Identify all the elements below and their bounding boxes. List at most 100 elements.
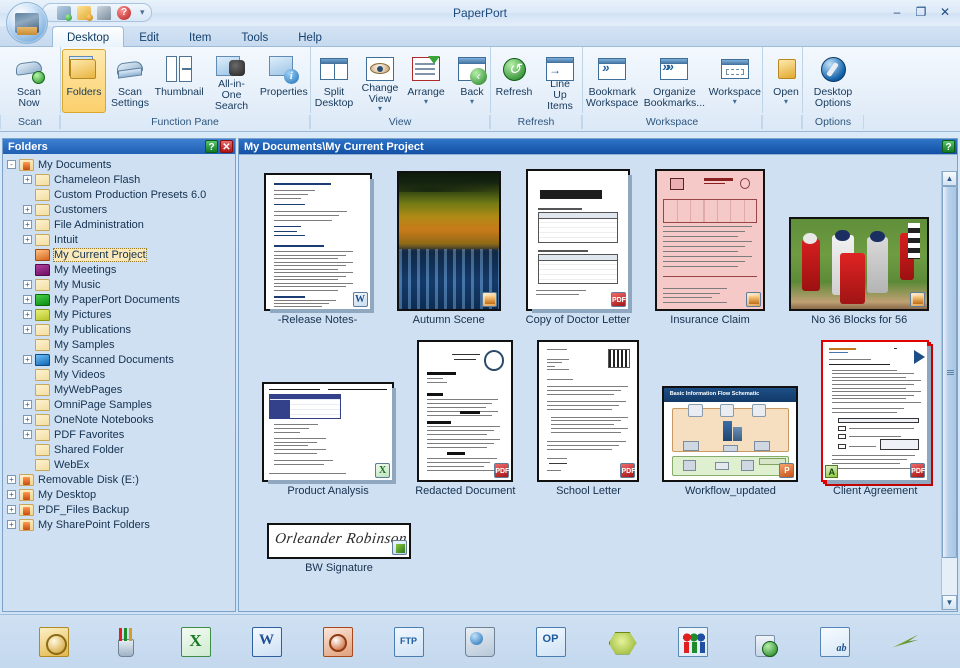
tree-item[interactable]: +My SharePoint Folders [3, 517, 235, 532]
tree-item[interactable]: +OneNote Notebooks [3, 412, 235, 427]
chevron-down-icon[interactable]: ▾ [733, 98, 737, 105]
expand-icon[interactable]: + [23, 430, 32, 439]
excel-icon[interactable] [181, 627, 211, 657]
expand-icon[interactable]: + [23, 415, 32, 424]
thumbnail-preview[interactable]: PDF [417, 340, 513, 482]
tree-item[interactable]: My Meetings [3, 262, 235, 277]
tree-item[interactable]: +My Desktop [3, 487, 235, 502]
expand-icon[interactable]: + [23, 400, 32, 409]
expand-icon[interactable]: + [23, 280, 32, 289]
send-to-item[interactable] [160, 620, 231, 664]
send-to-item[interactable] [799, 620, 870, 664]
split-desktop-button[interactable]: Split Desktop [312, 49, 356, 113]
minimize-button[interactable]: – [886, 3, 908, 21]
line-up-items-button[interactable]: →Line Up Items [538, 49, 582, 113]
arrange-button[interactable]: Arrange▾ [404, 49, 448, 113]
send-to-item[interactable] [586, 620, 657, 664]
tree-item[interactable]: +Removable Disk (E:) [3, 472, 235, 487]
scroll-down-button[interactable]: ▼ [942, 595, 957, 610]
tree-item[interactable]: +Chameleon Flash [3, 172, 235, 187]
close-icon[interactable]: ✕ [220, 140, 233, 153]
chevron-down-icon[interactable]: ▾ [470, 98, 474, 105]
back-button[interactable]: ‹Back▾ [450, 49, 494, 113]
ftp-icon[interactable] [394, 627, 424, 657]
expand-icon[interactable]: + [7, 520, 16, 529]
chevron-down-icon[interactable]: ▾ [424, 98, 428, 105]
tree-item[interactable]: +My Scanned Documents [3, 352, 235, 367]
expand-icon[interactable]: + [23, 205, 32, 214]
outlook-icon[interactable] [39, 627, 69, 657]
expand-icon[interactable]: + [23, 310, 32, 319]
tree-item[interactable]: MyWebPages [3, 382, 235, 397]
scan-now-button[interactable]: Scan Now [1, 49, 57, 113]
send-to-item[interactable] [728, 620, 799, 664]
tree-item[interactable]: +PDF Favorites [3, 427, 235, 442]
print-icon[interactable] [465, 627, 495, 657]
send-to-item[interactable] [657, 620, 728, 664]
thumbnail-preview[interactable]: Basic Information Flow Schematic P [662, 386, 798, 482]
workspace-button[interactable]: Workspace▾ [708, 49, 761, 113]
thumbnail-button[interactable]: Thumbnail [154, 49, 204, 113]
expand-icon[interactable]: + [7, 505, 16, 514]
close-button[interactable]: ✕ [934, 3, 956, 21]
tree-item[interactable]: My Samples [3, 337, 235, 352]
folders-button[interactable]: Folders [62, 49, 106, 113]
chevron-down-icon[interactable]: ▾ [378, 105, 382, 112]
chevron-down-icon[interactable]: ▾ [784, 98, 788, 105]
thumbnail-preview[interactable] [397, 171, 501, 311]
thumbnail-preview[interactable]: PDF [526, 169, 630, 311]
tab-edit[interactable]: Edit [124, 26, 174, 47]
send-to-item[interactable] [373, 620, 444, 664]
properties-button[interactable]: iProperties [259, 49, 309, 113]
hexagon-icon[interactable] [607, 627, 637, 657]
folder-icon[interactable] [77, 6, 91, 20]
thumbnail-item[interactable]: W-Release Notes- [251, 173, 384, 326]
tree-item[interactable]: +PDF_Files Backup [3, 502, 235, 517]
thumbnail-preview[interactable] [789, 217, 929, 311]
thumbnail-preview[interactable]: Orleander Robinson [267, 523, 411, 559]
paper-plane-icon[interactable] [891, 627, 921, 657]
word-icon[interactable] [252, 627, 282, 657]
tree-item[interactable]: My Videos [3, 367, 235, 382]
vertical-scrollbar[interactable]: ▲ ▼ [941, 171, 956, 610]
expand-icon[interactable]: + [7, 475, 16, 484]
refresh-button[interactable]: ↺Refresh [492, 49, 536, 113]
send-to-item[interactable] [302, 620, 373, 664]
expand-icon[interactable]: + [23, 295, 32, 304]
recycle-bin-icon[interactable] [749, 627, 779, 657]
thumbnail-item[interactable]: APDFClient Agreement [809, 340, 941, 497]
tree-item[interactable]: +Customers [3, 202, 235, 217]
scrollbar-thumb[interactable] [942, 186, 957, 558]
tab-item[interactable]: Item [174, 26, 226, 47]
thumbnail-item[interactable]: Autumn Scene [384, 171, 513, 326]
tab-tools[interactable]: Tools [226, 26, 283, 47]
tree-item[interactable]: WebEx [3, 457, 235, 472]
thumbnail-item[interactable]: XProduct Analysis [251, 382, 405, 497]
people-icon[interactable] [678, 627, 708, 657]
help-icon[interactable]: ? [117, 6, 131, 20]
tree-item[interactable]: Custom Production Presets 6.0 [3, 187, 235, 202]
bookmark-workspace-button[interactable]: »Bookmark Workspace [584, 49, 640, 113]
expand-icon[interactable]: + [23, 235, 32, 244]
send-to-item[interactable] [231, 620, 302, 664]
thumbnail-preview[interactable]: X [262, 382, 394, 482]
expand-icon[interactable]: + [23, 175, 32, 184]
change-view-button[interactable]: Change View▾ [358, 49, 402, 113]
scroll-up-button[interactable]: ▲ [942, 171, 957, 186]
help-icon[interactable]: ? [942, 140, 955, 153]
send-to-item[interactable] [18, 620, 89, 664]
scan-icon[interactable] [57, 6, 71, 20]
tab-desktop[interactable]: Desktop [52, 26, 124, 47]
tree-item[interactable]: +My PaperPort Documents [3, 292, 235, 307]
send-to-item[interactable] [89, 620, 160, 664]
thumbnail-item[interactable]: Insurance Claim [643, 169, 778, 326]
thumbnail-item[interactable]: PDFSchool Letter [526, 340, 652, 497]
tree-item[interactable]: +Intuit [3, 232, 235, 247]
tree-item[interactable]: -My Documents [3, 157, 235, 172]
pencil-cup-icon[interactable] [110, 627, 140, 657]
tree-item[interactable]: +My Music [3, 277, 235, 292]
thumbnail-preview[interactable]: APDF [821, 340, 929, 482]
collapse-icon[interactable]: - [7, 160, 16, 169]
maximize-button[interactable]: ❐ [910, 3, 932, 21]
all-in-one-search-button[interactable]: All-in-One Search [206, 49, 256, 113]
